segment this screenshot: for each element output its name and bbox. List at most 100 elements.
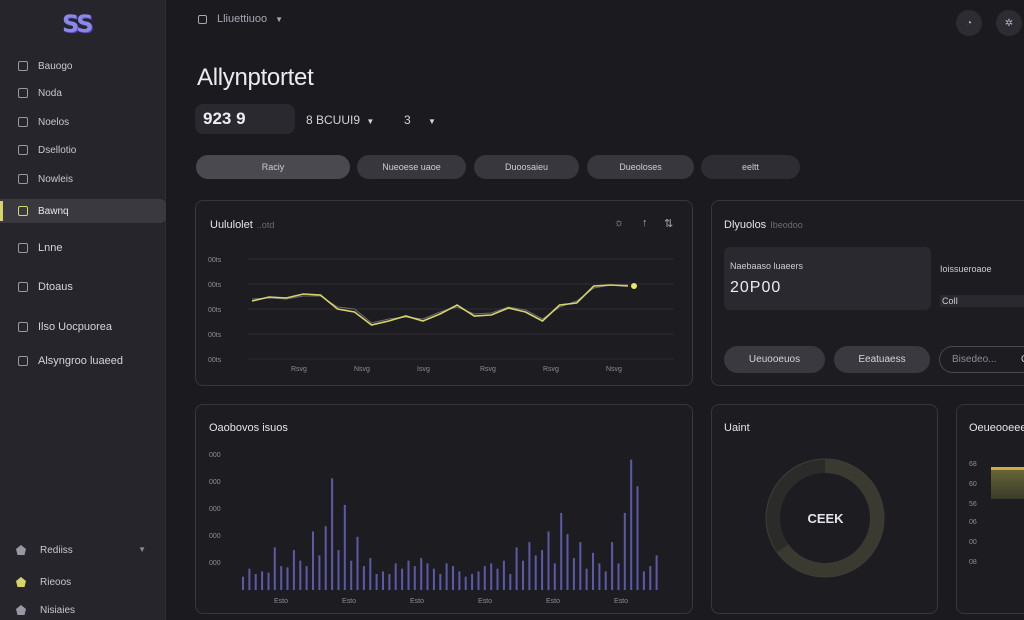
bar <box>273 547 276 590</box>
bar <box>261 571 264 590</box>
bar <box>420 558 423 590</box>
donut-label: CEEK <box>807 511 844 526</box>
bar <box>445 563 448 590</box>
bar <box>452 566 454 590</box>
bar <box>242 576 244 590</box>
sidebar-bottom-label: Rieoos <box>40 576 72 588</box>
sidebar-item-10[interactable]: Alsyngroo luaeed <box>0 349 166 373</box>
total-value: 923 9 <box>195 104 295 134</box>
bar <box>611 542 614 590</box>
bar <box>369 558 372 590</box>
sidebar-bottom-3[interactable]: Nisiaies <box>0 599 166 620</box>
bar <box>248 568 251 590</box>
breadcrumb[interactable]: Lliuettiuoo ▼ <box>198 13 283 25</box>
sidebar-item-9[interactable]: Ilso Uocpuorea <box>0 315 166 339</box>
y-tick: 08 <box>969 559 977 566</box>
area-line <box>991 467 1024 470</box>
count-selector[interactable]: 3 ▼ <box>404 113 436 127</box>
bar <box>426 563 429 590</box>
bar <box>464 576 467 590</box>
bar <box>286 567 289 590</box>
series-line <box>251 284 629 326</box>
search-input[interactable]: Bisedeo... C <box>939 346 1024 373</box>
metric-label: Naebaaso luaeers <box>730 261 804 271</box>
area-fill <box>991 467 1024 499</box>
puzzle-icon <box>16 577 26 587</box>
x-tick-label: Esto <box>614 598 628 605</box>
period-selector-label: 8 BCUUI9 <box>306 113 361 127</box>
sidebar-item-7[interactable]: Lnne <box>0 236 166 260</box>
bar <box>382 571 384 590</box>
chevron-down-icon: ▼ <box>366 117 375 126</box>
nav-icon <box>18 322 28 332</box>
bar <box>337 550 340 590</box>
chevron-down-icon: ▼ <box>138 545 146 554</box>
bar <box>254 574 257 590</box>
settings-icon <box>16 605 26 615</box>
period-selector[interactable]: 8 BCUUI9 ▼ <box>306 113 374 127</box>
y-tick: 00 <box>969 539 977 546</box>
side-label: Ioissueroaoe <box>940 264 992 274</box>
sidebar-item-4[interactable]: Dsellotio <box>0 138 166 162</box>
area-card: Oeueooeee 68 60 56 06 00 08 <box>956 404 1024 614</box>
sidebar-item-3[interactable]: Noelos <box>0 110 166 134</box>
bar <box>617 563 620 590</box>
bar <box>553 563 556 590</box>
nav-icon <box>18 243 28 253</box>
settings-button[interactable]: ✲ <box>996 10 1022 36</box>
sidebar-bottom-1[interactable]: Rediiss ▼ <box>0 539 166 561</box>
card-title: Oeueooeee <box>969 422 1024 434</box>
sidebar-bottom-label: Nisiaies <box>40 604 76 616</box>
app-logo[interactable]: SS <box>62 10 104 42</box>
bar <box>566 534 569 590</box>
bar <box>490 563 493 590</box>
bar-chart: 000 000 000 000 000 Esto Esto Esto Esto Esto Esto <box>209 452 658 605</box>
bar <box>267 572 270 590</box>
bar <box>299 560 302 590</box>
action-button-1[interactable]: Ueuooeuos <box>724 346 825 373</box>
filter-pill-1[interactable]: Raciy <box>196 155 350 179</box>
side-value: ColI <box>942 296 959 306</box>
bar <box>579 542 582 590</box>
bell-icon: ◔ <box>965 17 973 29</box>
line-chart-card: Uululolet ..otd ☼ ↑ ⇅ 00ts 00ts 00ts 00ts 00t… <box>195 200 693 386</box>
bar <box>509 574 512 590</box>
sidebar-item-5[interactable]: Nowleis <box>0 167 166 191</box>
bar <box>522 560 524 590</box>
nav-icon <box>18 117 28 127</box>
card-title-text: Dlyuolos <box>724 219 767 231</box>
action-button-2[interactable]: Eeatuaess <box>834 346 930 373</box>
notifications-button[interactable]: ◔ <box>956 10 982 36</box>
bar <box>324 526 327 590</box>
sidebar-item-active[interactable]: Bawnq <box>0 199 166 223</box>
x-tick-label: Esto <box>478 598 492 605</box>
bar <box>292 550 295 590</box>
y-tick: 06 <box>969 519 977 526</box>
summary-card: Dlyuolos Ibeodoo Naebaaso luaeers 20P00 I… <box>711 200 1024 386</box>
bar <box>592 552 594 590</box>
sidebar: SS Bauogo Noda Noelos Dsellotio Nowleis … <box>0 0 166 620</box>
sidebar-item-1[interactable]: Bauogo <box>0 54 166 78</box>
filter-pill-3[interactable]: Duoosaieu <box>474 155 579 179</box>
card-subtitle: Ibeodoo <box>770 220 803 230</box>
filter-pill-5[interactable]: eeltt <box>701 155 800 179</box>
home-icon <box>16 545 26 555</box>
bar <box>362 566 365 590</box>
sidebar-item-2[interactable]: Noda <box>0 81 166 105</box>
metric-box: Naebaaso luaeers 20P00 <box>724 247 931 310</box>
filter-pill-4[interactable]: Dueoloses <box>587 155 694 179</box>
y-tick-label: 000 <box>209 452 221 459</box>
sidebar-item-label: Noda <box>38 87 62 99</box>
sidebar-bottom-2[interactable]: Rieoos <box>0 571 166 593</box>
filter-pill-2[interactable]: Nueoese uaoe <box>357 155 466 179</box>
nav-icon <box>18 145 28 155</box>
bar <box>541 550 544 590</box>
x-tick-label: Esto <box>546 598 560 605</box>
nav-icon <box>18 61 28 71</box>
x-tick-label: Nsvg <box>606 366 622 373</box>
card-title: Dlyuolos Ibeodoo <box>724 219 803 231</box>
bar <box>534 555 537 590</box>
bar <box>630 459 633 590</box>
search-placeholder: Bisedeo... <box>952 354 997 365</box>
sidebar-item-8[interactable]: Dtoaus <box>0 275 166 299</box>
